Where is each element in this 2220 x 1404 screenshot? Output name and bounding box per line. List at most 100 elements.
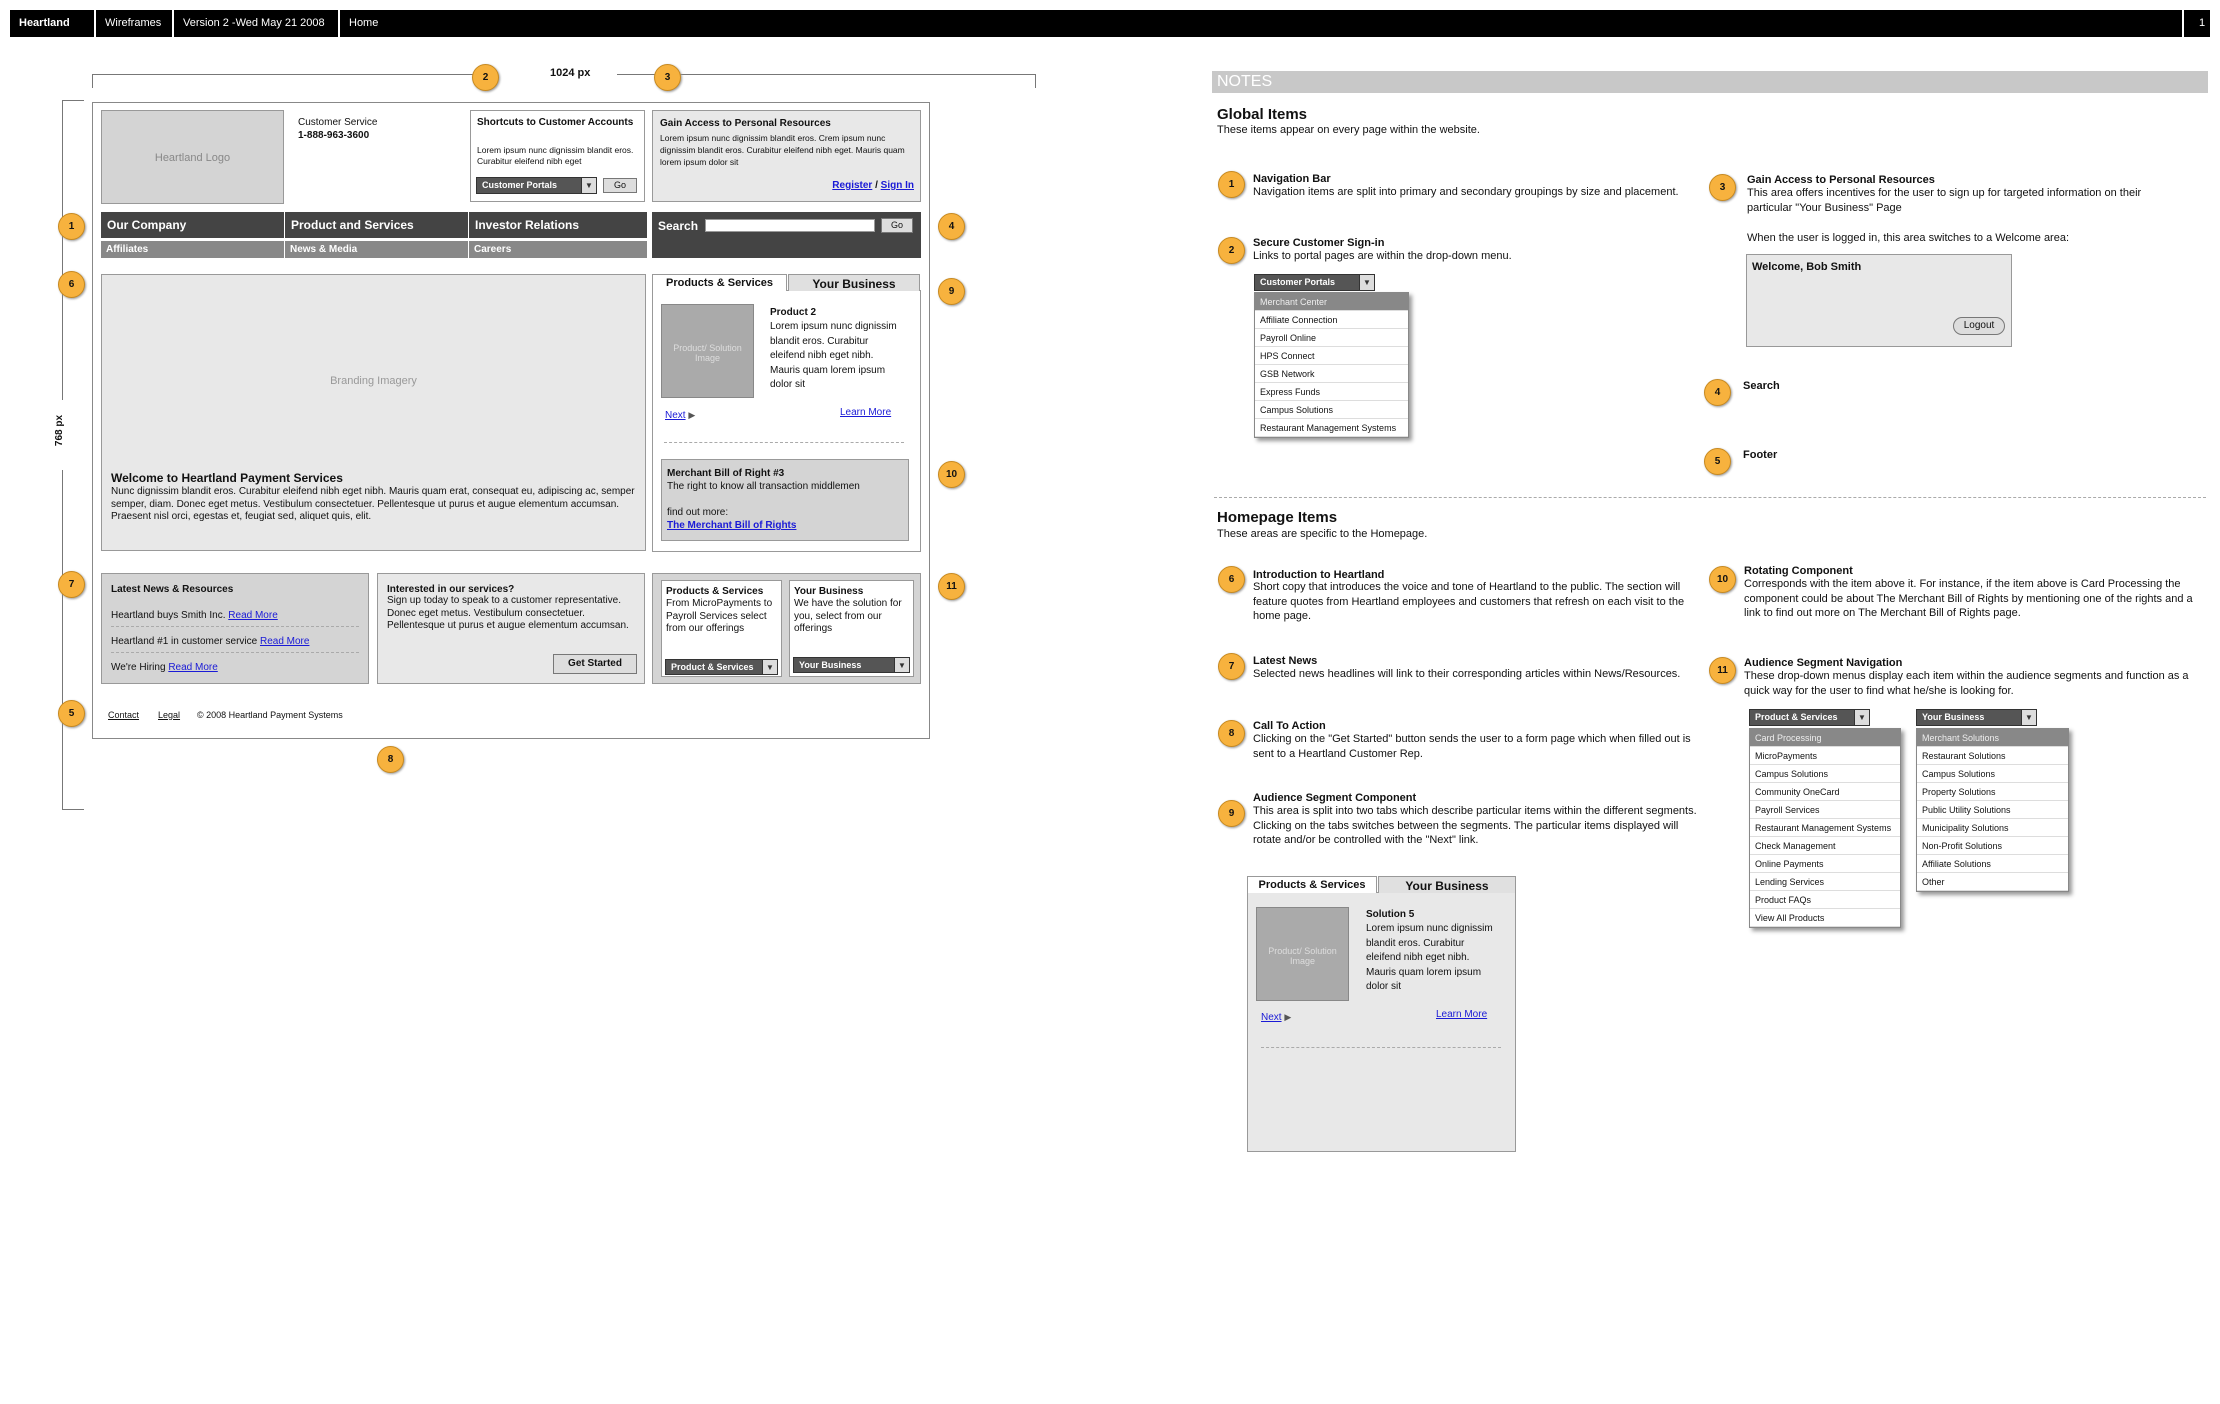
news-text: Heartland #1 in customer service [111,636,258,647]
cta-text: Sign up today to speak to a customer rep… [387,595,629,631]
news-item-3: We're Hiring Read More [111,661,218,674]
slash: / [872,180,881,191]
customer-portals-dropdown[interactable]: Customer Portals ▼ [476,177,597,194]
note-3-text-2: When the user is logged in, this area sw… [1747,232,2070,244]
menu-item[interactable]: Affiliate Solutions [1917,855,2068,873]
version-label: Version 2 -Wed May 21 2008 [183,17,325,29]
tab-products-services[interactable]: Products & Services [652,274,787,291]
subnav-careers[interactable]: Careers [469,241,647,258]
menu-item[interactable]: Merchant Solutions [1917,729,2068,747]
menu-item[interactable]: Check Management [1750,837,1900,855]
logo-placeholder[interactable]: Heartland Logo [101,110,284,204]
tab-your-business[interactable]: Your Business [788,274,920,291]
aud-products-text: From MicroPayments to Payroll Services s… [666,598,773,634]
rotate-find: find out more: [667,507,729,518]
get-started-button[interactable]: Get Started [553,654,637,674]
menu-item[interactable]: Campus Solutions [1917,765,2068,783]
marker-7: 7 [1218,653,1245,680]
height-label: 768 px [54,414,66,447]
menu-item[interactable]: Card Processing [1750,729,1900,747]
footer-legal-link[interactable]: Legal [158,709,180,721]
menu-item[interactable]: Restaurant Management Systems [1255,419,1408,437]
shortcuts-go-button[interactable]: Go [603,178,637,193]
menu-item[interactable]: Lending Services [1750,873,1900,891]
business-audience-box: Your Business We have the solution for y… [789,580,914,677]
marker-8: 8 [1218,720,1245,747]
menu-item[interactable]: Product FAQs [1750,891,1900,909]
dropdown-label: Product & Services [671,662,754,672]
subnav-news-media[interactable]: News & Media [285,241,468,258]
branding-area: Branding Imagery Welcome to Heartland Pa… [101,274,646,551]
footer-copyright: © 2008 Heartland Payment Systems [197,710,343,720]
menu-item[interactable]: Campus Solutions [1750,765,1900,783]
menu-item[interactable]: Express Funds [1255,383,1408,401]
menu-item[interactable]: Community OneCard [1750,783,1900,801]
rotate-title: Merchant Bill of Right #3 [667,468,785,479]
aud-business-text: We have the solution for you, select fro… [794,598,902,634]
menu-item[interactable]: Merchant Center [1255,293,1408,311]
note-3-text: This area offers incentives for the user… [1747,187,2142,214]
news-item-2: Heartland #1 in customer service Read Mo… [111,635,309,648]
logout-button[interactable]: Logout [1953,317,2005,335]
divider [2182,10,2184,37]
read-more-link[interactable]: Read More [228,610,277,621]
portal-menu-head[interactable]: Customer Portals ▼ [1254,274,1375,291]
shortcuts-panel: Shortcuts to Customer Accounts Lorem ips… [470,110,645,202]
news-panel: Latest News & Resources Heartland buys S… [101,573,369,684]
menu-item[interactable]: HPS Connect [1255,347,1408,365]
sample-learn-more-link[interactable]: Learn More [1436,1008,1487,1021]
marker-2: 2 [1218,237,1245,264]
menu-item[interactable]: Restaurant Management Systems [1750,819,1900,837]
read-more-link[interactable]: Read More [260,636,309,647]
sample-tab-business[interactable]: Your Business [1378,876,1516,893]
footer-contact-link[interactable]: Contact [108,709,139,721]
menu-item[interactable]: Affiliate Connection [1255,311,1408,329]
menu-item[interactable]: Property Solutions [1917,783,2068,801]
menu-item[interactable]: View All Products [1750,909,1900,927]
menu-item[interactable]: Payroll Services [1750,801,1900,819]
signin-link[interactable]: Sign In [881,180,914,191]
menu-item[interactable]: Campus Solutions [1255,401,1408,419]
sample-tab-products[interactable]: Products & Services [1247,876,1377,893]
product-services-dropdown[interactable]: Product & Services ▼ [665,659,778,675]
sample-next-link[interactable]: Next ▶ [1261,1011,1291,1024]
menu-item[interactable]: GSB Network [1255,365,1408,383]
note-11-text: These drop-down menus display each item … [1744,670,2189,697]
nav-products-services[interactable]: Product and Services [285,212,468,238]
your-business-menu-head[interactable]: Your Business ▼ [1916,709,2037,726]
dropdown-label: Product & Services [1755,712,1838,722]
merchant-bill-link[interactable]: The Merchant Bill of Rights [667,519,796,532]
menu-item[interactable]: Restaurant Solutions [1917,747,2068,765]
menu-item[interactable]: Public Utility Solutions [1917,801,2068,819]
note-4-title: Search [1743,380,1780,392]
marker-2: 2 [472,64,499,91]
next-link[interactable]: Next ▶ [665,409,695,422]
nav-our-company[interactable]: Our Company [101,212,284,238]
search-go-button[interactable]: Go [881,218,913,233]
nav-investor-relations[interactable]: Investor Relations [469,212,647,238]
your-business-dropdown[interactable]: Your Business ▼ [793,657,910,673]
subnav-affiliates[interactable]: Affiliates [101,241,284,258]
product-services-menu-head[interactable]: Product & Services ▼ [1749,709,1870,726]
divider [111,652,359,653]
intro-text: Nunc dignissim blandit eros. Curabitur e… [111,486,635,522]
menu-item[interactable]: MicroPayments [1750,747,1900,765]
menu-item[interactable]: Online Payments [1750,855,1900,873]
marker-1: 1 [1218,171,1245,198]
shortcuts-title: Shortcuts to Customer Accounts [477,117,634,128]
note-1-title: Navigation Bar [1253,173,1331,185]
learn-more-link[interactable]: Learn More [840,406,891,419]
marker-9: 9 [938,278,965,305]
menu-item[interactable]: Payroll Online [1255,329,1408,347]
search-label: Search [658,219,699,233]
register-link[interactable]: Register [832,180,872,191]
dimension-tick [92,74,93,88]
menu-item[interactable]: Municipality Solutions [1917,819,2068,837]
menu-item[interactable]: Non-Profit Solutions [1917,837,2068,855]
news-text: Heartland buys Smith Inc. [111,610,226,621]
read-more-link[interactable]: Read More [168,662,217,673]
menu-item[interactable]: Other [1917,873,2068,891]
search-input[interactable] [705,219,875,232]
access-title: Gain Access to Personal Resources [660,118,831,129]
play-arrow-icon: ▶ [1284,1012,1292,1022]
